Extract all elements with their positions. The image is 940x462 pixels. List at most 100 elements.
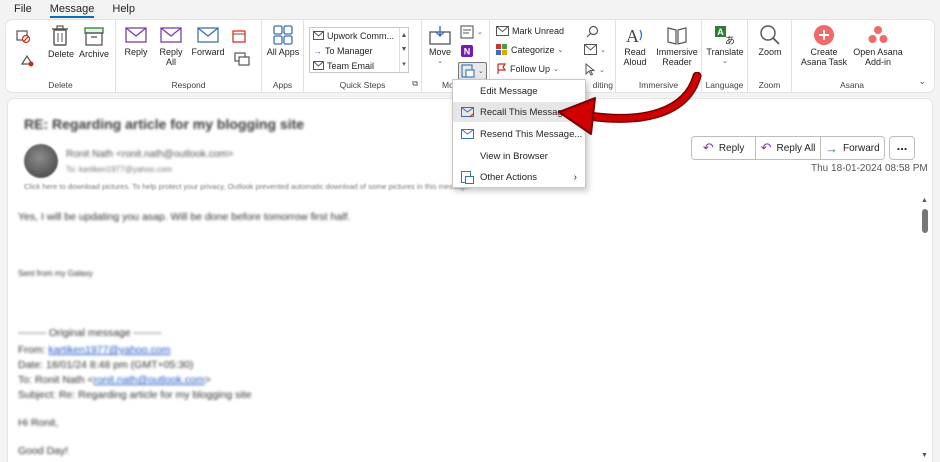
immersive-reader-icon xyxy=(667,27,687,45)
menu-item-recall-message[interactable]: Recall This Message... xyxy=(453,102,585,122)
reply-button[interactable]: Reply xyxy=(122,24,150,57)
quick-steps-gallery: Upwork Comm... → To Manager Team Email ▲… xyxy=(309,27,409,73)
from-line: From: kartiken1977@yahoo.com xyxy=(18,344,171,356)
meeting-icon xyxy=(232,30,246,43)
date-line: Date: 18/01/24 8:48 pm (GMT+05:30) xyxy=(18,359,194,371)
vertical-scrollbar[interactable]: ▲ ▼ xyxy=(921,197,929,459)
menu-item-resend-message[interactable]: Resend This Message... xyxy=(453,124,585,144)
scroll-up-icon[interactable]: ▲ xyxy=(921,197,928,204)
actions-icon xyxy=(461,64,475,78)
forward-button[interactable]: Forward xyxy=(190,24,226,57)
read-aloud-button[interactable]: A Read Aloud xyxy=(620,24,650,67)
rules-button[interactable]: ⌄ xyxy=(460,25,483,39)
zoom-button[interactable]: Zoom xyxy=(754,24,786,57)
svg-text:A: A xyxy=(626,26,639,46)
reply-button[interactable]: ↶ Reply xyxy=(692,137,757,159)
onenote-button[interactable]: N xyxy=(460,44,474,58)
group-delete: Delete Archive Delete xyxy=(6,20,116,92)
reply-all-label: Reply All xyxy=(159,47,183,67)
group-asana: Create Asana Task Open Asana Add-in Asan… xyxy=(792,20,912,92)
trash-icon xyxy=(52,25,68,46)
immersive-reader-label: Immersive Reader xyxy=(656,47,698,67)
immersive-reader-button[interactable]: Immersive Reader xyxy=(654,24,700,67)
reply-label: Reply xyxy=(124,47,148,57)
chevron-up-icon[interactable]: ▲ xyxy=(401,32,408,39)
svg-text:N: N xyxy=(464,47,471,57)
follow-up-button[interactable]: Follow Up ⌄ xyxy=(496,63,559,75)
to-email-link[interactable]: ronit.nath@outlook.com xyxy=(94,374,205,386)
ignore-button[interactable] xyxy=(14,28,32,45)
email-sender[interactable]: Ronit Nath <ronit.nath@outlook.com> xyxy=(66,149,233,160)
delete-button[interactable]: Delete xyxy=(48,24,75,59)
svg-text:A: A xyxy=(717,27,724,37)
chevron-down-icon: ⌄ xyxy=(557,47,564,54)
to-line: To: Ronit Nath <ronit.nath@outlook.com> xyxy=(18,374,211,386)
move-button[interactable]: Move ⌄ xyxy=(426,24,454,67)
read-aloud-icon: A xyxy=(626,26,643,46)
email-icon xyxy=(313,61,324,70)
scroll-thumb[interactable] xyxy=(922,209,928,233)
quick-steps-scroll[interactable]: ▲ ▼ ▾ xyxy=(399,28,408,72)
tab-message[interactable]: Message xyxy=(49,3,94,18)
quick-step-item[interactable]: Upwork Comm... xyxy=(310,28,408,43)
find-button[interactable] xyxy=(586,25,599,38)
categorize-button[interactable]: Categorize ⌄ xyxy=(496,44,563,56)
menu-item-other-actions[interactable]: Other Actions › xyxy=(453,167,585,187)
reply-all-arrow-icon: ↶ xyxy=(760,140,772,155)
related-button[interactable]: ⌄ xyxy=(584,44,606,55)
meeting-button[interactable] xyxy=(230,28,248,45)
select-button[interactable]: ⌄ xyxy=(584,63,605,76)
all-apps-button[interactable]: All Apps xyxy=(266,24,300,57)
group-respond: Reply Reply All Forward Respond xyxy=(116,20,262,92)
greeting: Hi Ronit, xyxy=(18,417,59,429)
signature: Sent from my Galaxy xyxy=(18,269,93,278)
menu-item-edit-message[interactable]: Edit Message xyxy=(453,81,585,101)
quick-step-item[interactable]: Team Email xyxy=(310,58,408,73)
other-actions-icon xyxy=(461,171,474,184)
reply-all-button[interactable]: Reply All xyxy=(156,24,186,67)
quick-step-item[interactable]: → To Manager xyxy=(310,43,408,58)
email-subject: RE: Regarding article for my blogging si… xyxy=(24,116,305,132)
forward-button[interactable]: → Forward xyxy=(821,137,884,159)
scroll-down-icon[interactable]: ▼ xyxy=(921,452,928,459)
original-message-header: -------- Original message -------- xyxy=(18,327,162,339)
email-date: Thu 18-01-2024 08:58 PM xyxy=(811,163,928,174)
from-email-link[interactable]: kartiken1977@yahoo.com xyxy=(48,344,170,356)
menu-item-view-in-browser[interactable]: View in Browser xyxy=(453,146,585,166)
avatar xyxy=(24,144,58,178)
chevron-down-icon[interactable]: ▼ xyxy=(401,46,408,53)
tab-file[interactable]: File xyxy=(14,3,32,15)
group-immersive: A Read Aloud Immersive Reader Immersive xyxy=(616,20,702,92)
collapse-ribbon-icon[interactable]: ⌄ xyxy=(918,76,926,87)
envelope-icon xyxy=(496,26,509,36)
group-language-label: Language xyxy=(705,80,744,90)
body-line: Yes, I will be updating you asap. Will b… xyxy=(18,211,351,223)
reply-icon xyxy=(125,27,147,43)
group-delete-label: Delete xyxy=(48,80,73,90)
move-label: Move xyxy=(428,47,451,57)
create-asana-task-button[interactable]: Create Asana Task xyxy=(798,24,850,67)
actions-button[interactable]: ⌄ xyxy=(458,62,487,80)
mark-unread-button[interactable]: Mark Unread xyxy=(496,26,564,36)
archive-button[interactable]: Archive xyxy=(78,24,110,59)
respond-more-button[interactable] xyxy=(228,52,256,67)
onenote-icon: N xyxy=(461,45,473,57)
open-asana-addin-button[interactable]: Open Asana Add-in xyxy=(850,24,906,67)
read-aloud-label: Read Aloud xyxy=(623,47,647,67)
reply-all-button[interactable]: ↶ Reply All xyxy=(756,137,821,159)
translate-label: Translate xyxy=(706,47,744,57)
dialog-launcher-icon[interactable]: ⧉ xyxy=(412,79,418,89)
tab-help[interactable]: Help xyxy=(112,3,135,15)
chevron-right-icon: › xyxy=(573,171,577,183)
group-respond-label: Respond xyxy=(171,80,206,90)
expand-icon[interactable]: ▾ xyxy=(402,60,406,68)
group-apps: All Apps Apps xyxy=(262,20,304,92)
translate-button[interactable]: Aあ Translate ⌄ xyxy=(706,24,744,67)
cleanup-button[interactable] xyxy=(14,52,40,69)
ignore-icon xyxy=(16,30,31,44)
im-icon xyxy=(234,52,250,66)
forward-arrow-icon: → xyxy=(824,140,838,156)
more-actions-button[interactable]: ... xyxy=(889,136,915,160)
delete-label: Delete xyxy=(48,49,75,59)
translate-icon: Aあ xyxy=(715,26,735,46)
